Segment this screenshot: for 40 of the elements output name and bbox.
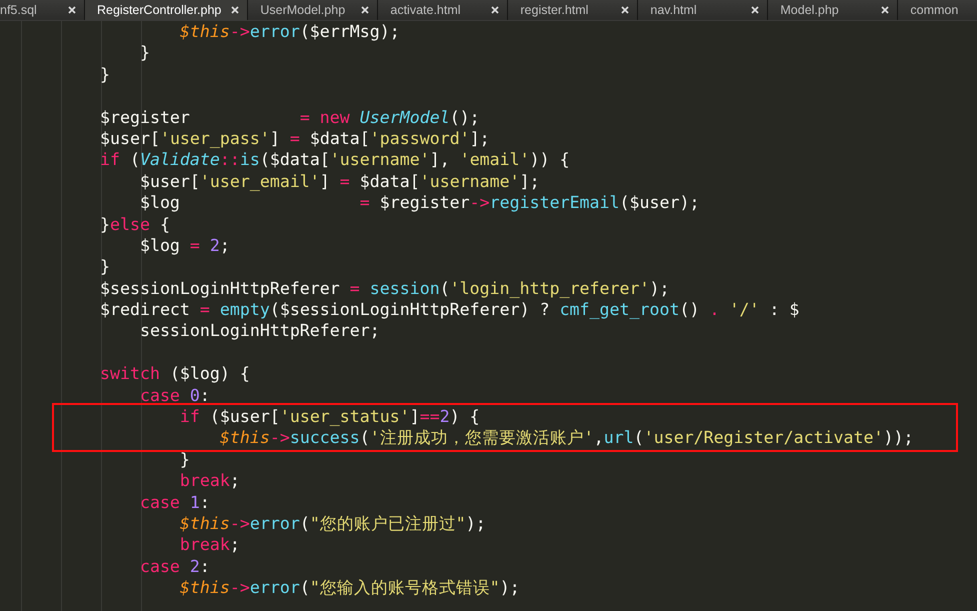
close-icon[interactable] (751, 6, 760, 14)
code-line: } (100, 256, 111, 278)
code-line: $user['user_email'] = $data['username']; (138, 170, 541, 192)
code-line: $sessionLoginHttpReferer = session('login_http_referer'); (100, 278, 670, 300)
code-line: $this->error("您的账户已注册过"); (178, 512, 487, 534)
code-line: if ($user['user_status']==2) { (178, 406, 481, 428)
file-tab[interactable]: nf5.sql (0, 0, 85, 20)
file-tab[interactable]: nav.html (638, 0, 768, 20)
code-line: $this->error("您输入的账号格式错误"); (178, 577, 521, 599)
code-line: break; (178, 470, 241, 492)
code-line: $this->success('注册成功，您需要激活账户',url('user/Register/activate')); (218, 427, 914, 449)
file-tab[interactable]: RegisterController.php (85, 0, 248, 20)
code-line: case 1: (138, 492, 211, 513)
code-line: switch ($log) { (100, 363, 251, 385)
code-line: $log = 2; (138, 234, 231, 256)
code-line: case 2: (138, 556, 211, 578)
code-line: $redirect = empty($sessionLoginHttpReferer) ? cmf_get_root() . '/' : $ (100, 299, 800, 320)
file-tab[interactable]: Model.php (768, 0, 898, 20)
close-icon[interactable] (361, 6, 370, 14)
code-line: } (178, 448, 191, 470)
close-icon[interactable] (881, 6, 890, 14)
code-line: } (138, 42, 151, 64)
code-line: }else { (100, 214, 171, 235)
code-line: $log = $register->registerEmail($user); (138, 192, 700, 214)
file-tab[interactable]: UserModel.php (248, 0, 378, 20)
code-line: $user['user_pass'] = $data['password']; (100, 128, 491, 150)
code-line: case 0: (138, 384, 211, 406)
close-icon[interactable] (231, 6, 240, 14)
code-line: if (Validate::is($data['username'], 'email')) { (100, 149, 571, 171)
code-line: break; (178, 534, 241, 556)
file-tab[interactable]: register.html (508, 0, 638, 20)
close-icon[interactable] (491, 6, 500, 14)
code-line: sessionLoginHttpReferer; (138, 320, 381, 342)
code-line: $this->error($errMsg); (178, 21, 401, 42)
file-tab[interactable]: common (898, 0, 977, 20)
file-tab[interactable]: activate.html (378, 0, 508, 20)
close-icon[interactable] (68, 6, 76, 14)
close-icon[interactable] (621, 6, 630, 14)
code-line: } (100, 64, 111, 86)
code-line: $register = new UserModel(); (100, 106, 481, 128)
